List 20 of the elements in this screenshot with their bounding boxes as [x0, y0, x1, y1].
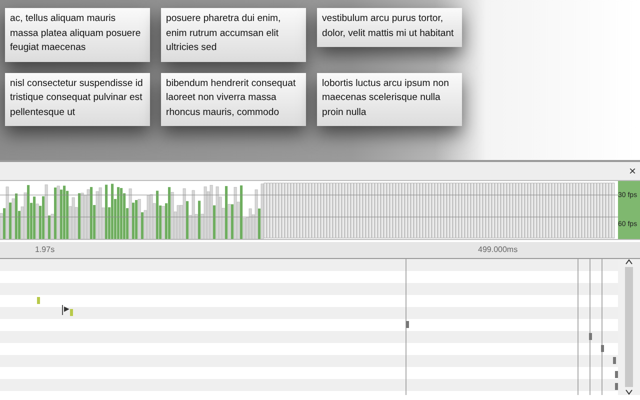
event-marker[interactable] [601, 345, 604, 352]
text-card: ac, tellus aliquam mauris massa platea aliquam posuere feugiat maecenas [5, 8, 150, 62]
event-marker[interactable] [613, 357, 616, 364]
event-marker[interactable] [406, 321, 409, 328]
time-label: 1.97s [35, 245, 55, 254]
scroll-down-icon[interactable] [625, 389, 633, 395]
event-marker[interactable] [70, 309, 73, 316]
event-marker[interactable] [37, 297, 40, 304]
event-marker[interactable] [589, 333, 592, 340]
text-card: nisl consectetur suspendisse id tristique consequat pulvinar est pellentesque ut [5, 72, 150, 126]
scrollbar[interactable] [618, 259, 640, 395]
text-card: vestibulum arcu purus tortor, dolor, velit mattis mi ut habitant [317, 8, 462, 47]
text-card: lobortis luctus arcu ipsum non maecenas scelerisque nulla proin nulla [317, 72, 462, 126]
time-label: 499.000ms [478, 245, 518, 254]
close-button[interactable]: × [624, 164, 640, 178]
text-card: bibendum hendrerit consequat laoreet non viverra massa rhoncus mauris, commodo [161, 72, 306, 126]
scroll-up-icon[interactable] [625, 259, 633, 265]
event-marker[interactable] [615, 383, 618, 390]
text-card: posuere pharetra dui enim, enim rutrum accumsan elit ultricies sed [161, 8, 306, 62]
event-marker[interactable] [615, 371, 618, 378]
